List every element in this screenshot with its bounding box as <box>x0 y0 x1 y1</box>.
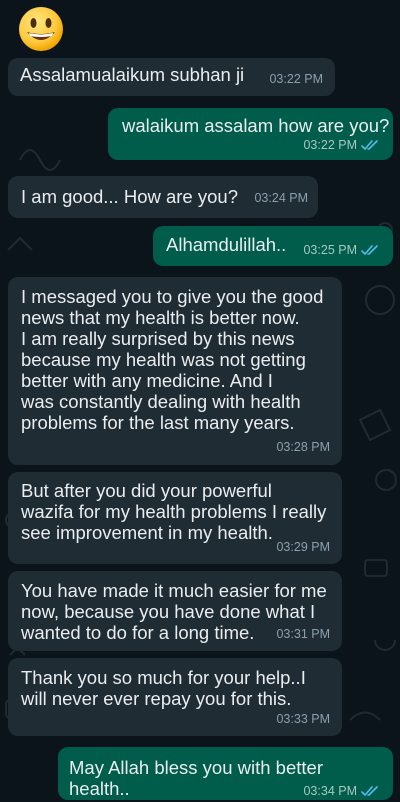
message-line: I am really surprised by this news <box>21 328 295 349</box>
message-line: now, because you have done what I <box>21 601 316 622</box>
message-line: health.. <box>69 778 130 799</box>
message-time: 03:24 PM <box>254 191 308 205</box>
double-check-read-icon <box>361 786 378 797</box>
message-line: Thank you so much for your help..I <box>21 667 306 688</box>
message-line: Alhamdulillah.. <box>166 234 287 255</box>
message-line: was constantly dealing with health <box>21 391 301 412</box>
message-meta: 03:34 PM <box>303 781 379 802</box>
message-line: Assalamualaikum subhan ji <box>20 64 245 85</box>
incoming-message-bubble[interactable]: I messaged you to give you the good news … <box>8 277 342 465</box>
message-text: But after you did your powerful wazifa fo… <box>21 480 326 543</box>
message-line: wazifa for my health problems I really <box>21 501 327 522</box>
message-meta: 03:22 PM <box>269 69 323 90</box>
message-text: Assalamualaikum subhan ji <box>20 64 244 85</box>
outgoing-message-bubble[interactable]: May Allah bless you with better health.. 0… <box>58 747 393 800</box>
message-line: news that my health is better now. <box>21 307 300 328</box>
message-time: 03:34 PM <box>303 784 357 798</box>
incoming-message-bubble[interactable]: Assalamualaikum subhan ji 03:22 PM <box>8 58 335 96</box>
message-text: I messaged you to give you the good news … <box>21 286 323 433</box>
message-text: Alhamdulillah.. <box>166 234 286 255</box>
message-text: May Allah bless you with better health.. <box>69 757 323 799</box>
message-line: will never ever repay you for this. <box>21 688 292 709</box>
message-text: walaikum assalam how are you? <box>122 115 389 136</box>
message-meta: 03:28 PM <box>276 437 330 458</box>
message-time: 03:25 PM <box>303 243 357 257</box>
outgoing-message-bubble[interactable]: walaikum assalam how are you? 03:22 PM <box>108 108 393 160</box>
message-line: I messaged you to give you the good <box>21 286 324 307</box>
message-meta: 03:31 PM <box>276 624 330 645</box>
message-line: problems for the last many years. <box>21 412 295 433</box>
outgoing-message-bubble[interactable]: Alhamdulillah.. 03:25 PM <box>153 226 393 266</box>
message-time: 03:29 PM <box>276 540 330 554</box>
incoming-message-bubble[interactable]: You have made it much easier for me now, … <box>8 571 342 651</box>
incoming-message-bubble[interactable]: But after you did your powerful wazifa fo… <box>8 472 342 564</box>
double-check-read-icon <box>361 140 378 151</box>
message-time: 03:28 PM <box>276 440 330 454</box>
message-meta: 03:29 PM <box>276 537 330 558</box>
message-line: May Allah bless you with better <box>69 757 323 778</box>
message-time: 03:22 PM <box>303 138 357 152</box>
message-line: But after you did your powerful <box>21 480 272 501</box>
incoming-message-bubble[interactable]: Thank you so much for your help..I will n… <box>8 658 342 736</box>
message-line: because my health was not getting <box>21 349 306 370</box>
message-time: 03:22 PM <box>269 72 323 86</box>
message-time: 03:33 PM <box>276 712 330 726</box>
double-check-read-icon <box>361 245 378 256</box>
message-meta: 03:25 PM <box>303 240 379 261</box>
message-line: You have made it much easier for me <box>21 580 327 601</box>
message-line: I am good... How are you? <box>21 186 238 207</box>
message-time: 03:31 PM <box>276 627 330 641</box>
message-meta: 03:33 PM <box>276 709 330 730</box>
smiling-face-icon <box>19 7 63 51</box>
message-text: I am good... How are you? <box>21 186 238 207</box>
message-line: better with any medicine. And I <box>21 370 273 391</box>
message-text: Thank you so much for your help..I will n… <box>21 667 306 709</box>
message-line: walaikum assalam how are you? <box>122 115 390 136</box>
incoming-message-bubble[interactable]: I am good... How are you? 03:24 PM <box>8 176 318 218</box>
message-meta: 03:24 PM <box>254 188 308 209</box>
message-meta: 03:22 PM <box>303 135 379 156</box>
